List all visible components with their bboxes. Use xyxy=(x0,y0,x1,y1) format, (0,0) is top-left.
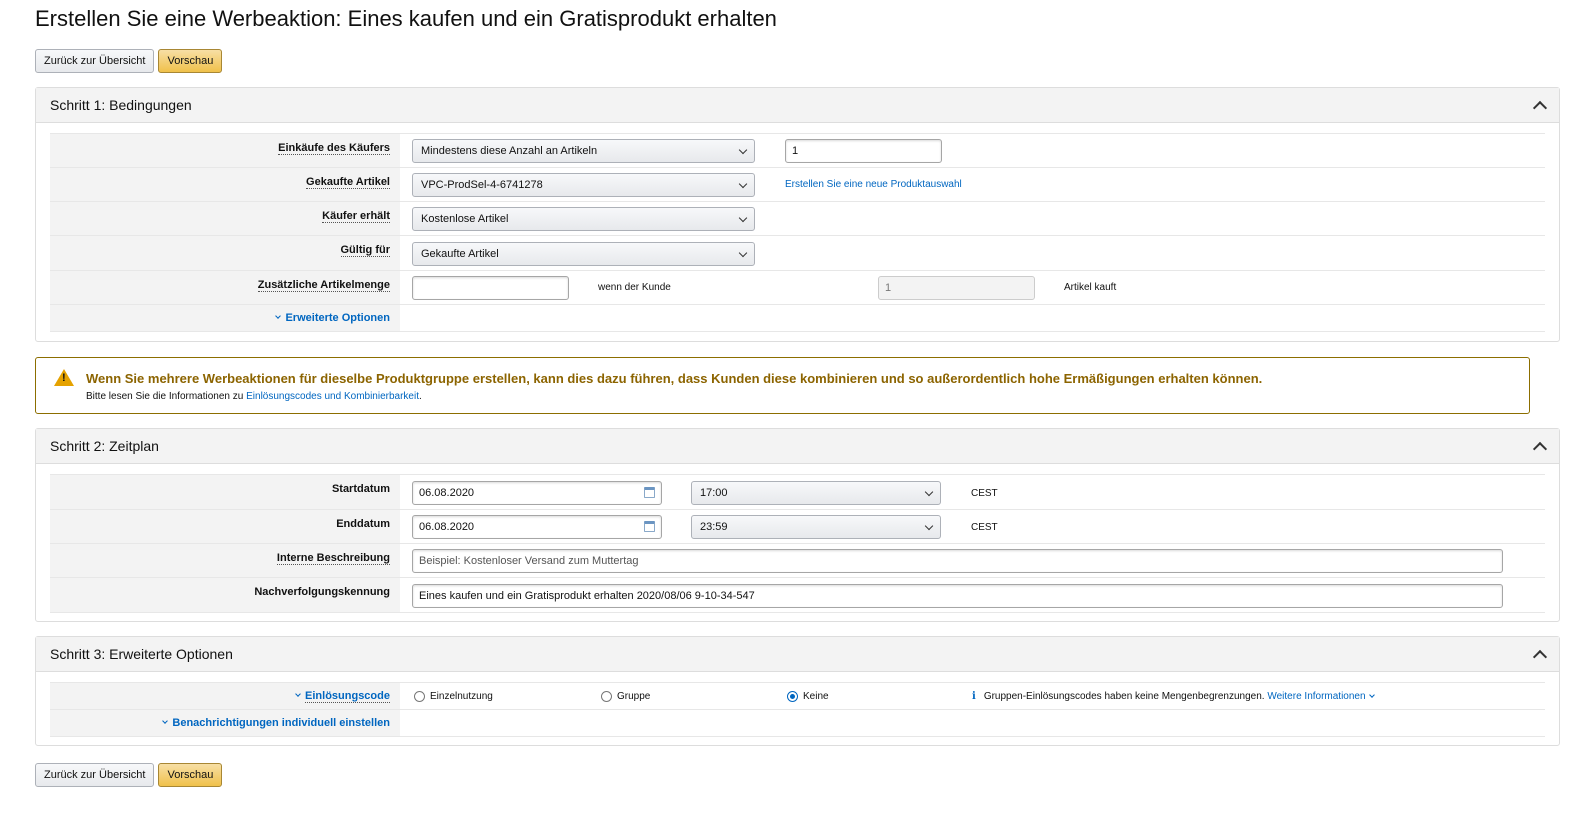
step2-panel: Schritt 2: Zeitplan Startdatum 06.08.202… xyxy=(35,428,1560,622)
collapse-icon[interactable] xyxy=(1532,100,1548,115)
step2-header[interactable]: Schritt 2: Zeitplan xyxy=(36,429,1559,464)
advanced-options-toggle[interactable]: Erweiterte Optionen xyxy=(50,305,400,331)
row-description: Interne Beschreibung Beispiel: Kostenlos… xyxy=(50,544,1545,578)
row-extra-qty: Zusätzliche Artikelmenge wenn der Kunde … xyxy=(50,271,1545,305)
collapse-icon[interactable] xyxy=(1532,441,1548,456)
collapse-icon[interactable] xyxy=(1532,649,1548,664)
warning-alert: ! Wenn Sie mehrere Werbeaktionen für die… xyxy=(35,357,1530,414)
preview-button[interactable]: Vorschau xyxy=(158,763,223,787)
calendar-icon[interactable] xyxy=(644,521,655,532)
step1-panel: Schritt 1: Bedingungen Einkäufe des Käuf… xyxy=(35,87,1560,342)
info-icon: i xyxy=(972,691,976,702)
end-time-select[interactable]: 23:59 xyxy=(691,515,941,539)
notifications-toggle[interactable]: Benachrichtigungen individuell einstelle… xyxy=(50,710,400,736)
purchase-qty-input[interactable]: 1 xyxy=(785,139,942,163)
back-to-overview-button[interactable]: Zurück zur Übersicht xyxy=(35,49,155,73)
radio-none[interactable]: Keine xyxy=(787,691,829,702)
chevron-down-icon xyxy=(924,521,934,531)
start-date-label: Startdatum xyxy=(50,475,400,509)
chevron-down-icon xyxy=(924,487,934,497)
valid-for-label: Gültig für xyxy=(340,244,390,257)
description-label: Interne Beschreibung xyxy=(276,552,390,565)
row-receives: Käufer erhält Kostenlose Artikel xyxy=(50,202,1545,236)
alert-text: Bitte lesen Sie die Informationen zu Ein… xyxy=(86,391,422,402)
buys-qty-input: 1 xyxy=(878,276,1035,300)
row-items: Gekaufte Artikel VPC-ProdSel-4-6741278 E… xyxy=(50,168,1545,202)
items-label: Gekaufte Artikel xyxy=(306,176,390,189)
chevron-down-icon xyxy=(275,313,282,319)
more-info-link[interactable]: Weitere Informationen xyxy=(1267,691,1376,702)
start-date-input[interactable]: 06.08.2020 xyxy=(412,481,662,505)
new-product-selection-link[interactable]: Erstellen Sie eine neue Produktauswahl xyxy=(785,179,962,190)
step3-rows: Einlösungscode Einzelnutzung Gruppe Kein… xyxy=(50,682,1545,737)
items-select[interactable]: VPC-ProdSel-4-6741278 xyxy=(412,173,755,197)
step2-title: Schritt 2: Zeitplan xyxy=(50,438,159,454)
radio-single-use[interactable]: Einzelnutzung xyxy=(414,691,493,702)
radio-group[interactable]: Gruppe xyxy=(601,691,650,702)
radio-button[interactable] xyxy=(601,691,612,702)
row-redemption-code: Einlösungscode Einzelnutzung Gruppe Kein… xyxy=(50,683,1545,710)
alert-headline: Wenn Sie mehrere Werbeaktionen für diese… xyxy=(86,371,1263,386)
start-timezone: CEST xyxy=(971,488,998,499)
purchases-label: Einkäufe des Käufers xyxy=(278,142,390,155)
purchase-condition-select[interactable]: Mindestens diese Anzahl an Artikeln xyxy=(412,139,755,163)
tracking-id-input[interactable]: Eines kaufen und ein Gratisprodukt erhal… xyxy=(412,584,1503,608)
preview-button[interactable]: Vorschau xyxy=(158,49,223,73)
end-date-label: Enddatum xyxy=(50,510,400,543)
warning-icon: ! xyxy=(54,369,74,386)
row-end: Enddatum 06.08.2020 23:59 CEST xyxy=(50,510,1545,544)
radio-button[interactable] xyxy=(414,691,425,702)
end-date-input[interactable]: 06.08.2020 xyxy=(412,515,662,539)
step2-rows: Startdatum 06.08.2020 17:00 CEST Enddatu… xyxy=(50,474,1545,613)
chevron-down-icon xyxy=(738,179,748,189)
receives-label: Käufer erhält xyxy=(322,210,390,223)
extra-qty-label: Zusätzliche Artikelmenge xyxy=(257,279,390,292)
chevron-down-icon xyxy=(738,145,748,155)
top-button-row: Zurück zur Übersicht Vorschau xyxy=(35,49,223,73)
row-purchases: Einkäufe des Käufers Mindestens diese An… xyxy=(50,134,1545,168)
back-to-overview-button[interactable]: Zurück zur Übersicht xyxy=(35,763,155,787)
step1-header[interactable]: Schritt 1: Bedingungen xyxy=(36,88,1559,123)
internal-description-input[interactable]: Beispiel: Kostenloser Versand zum Mutter… xyxy=(412,549,1503,573)
chevron-down-icon xyxy=(738,248,748,258)
valid-for-select[interactable]: Gekaufte Artikel xyxy=(412,242,755,266)
group-codes-info: i Gruppen-Einlösungscodes haben keine Men… xyxy=(972,691,1376,702)
redemption-code-label[interactable]: Einlösungscode xyxy=(305,690,390,703)
row-start: Startdatum 06.08.2020 17:00 CEST xyxy=(50,475,1545,510)
extra-qty-input[interactable] xyxy=(412,276,569,300)
step3-panel: Schritt 3: Erweiterte Optionen Einlösung… xyxy=(35,636,1560,746)
when-customer-text: wenn der Kunde xyxy=(598,282,671,293)
page-title: Erstellen Sie eine Werbeaktion: Eines ka… xyxy=(35,6,777,31)
row-tracking: Nachverfolgungskennung Eines kaufen und … xyxy=(50,578,1545,613)
step1-title: Schritt 1: Bedingungen xyxy=(50,97,192,113)
bottom-button-row: Zurück zur Übersicht Vorschau xyxy=(35,763,223,787)
chevron-down-icon xyxy=(295,691,301,697)
step3-header[interactable]: Schritt 3: Erweiterte Optionen xyxy=(36,637,1559,672)
calendar-icon[interactable] xyxy=(644,487,655,498)
start-time-select[interactable]: 17:00 xyxy=(691,481,941,505)
chevron-down-icon xyxy=(1369,692,1376,698)
buys-text: Artikel kauft xyxy=(1064,282,1117,293)
tracking-label: Nachverfolgungskennung xyxy=(50,578,400,612)
chevron-down-icon xyxy=(738,213,748,223)
row-valid: Gültig für Gekaufte Artikel xyxy=(50,236,1545,271)
redemption-codes-link[interactable]: Einlösungscodes und Kombinierbarkeit xyxy=(246,391,419,402)
step1-rows: Einkäufe des Käufers Mindestens diese An… xyxy=(50,133,1545,332)
radio-button-selected[interactable] xyxy=(787,691,798,702)
receives-select[interactable]: Kostenlose Artikel xyxy=(412,207,755,231)
end-timezone: CEST xyxy=(971,522,998,533)
chevron-down-icon xyxy=(162,718,169,724)
row-notifications: Benachrichtigungen individuell einstelle… xyxy=(50,710,1545,737)
row-advanced: Erweiterte Optionen xyxy=(50,305,1545,332)
step3-title: Schritt 3: Erweiterte Optionen xyxy=(50,646,233,662)
